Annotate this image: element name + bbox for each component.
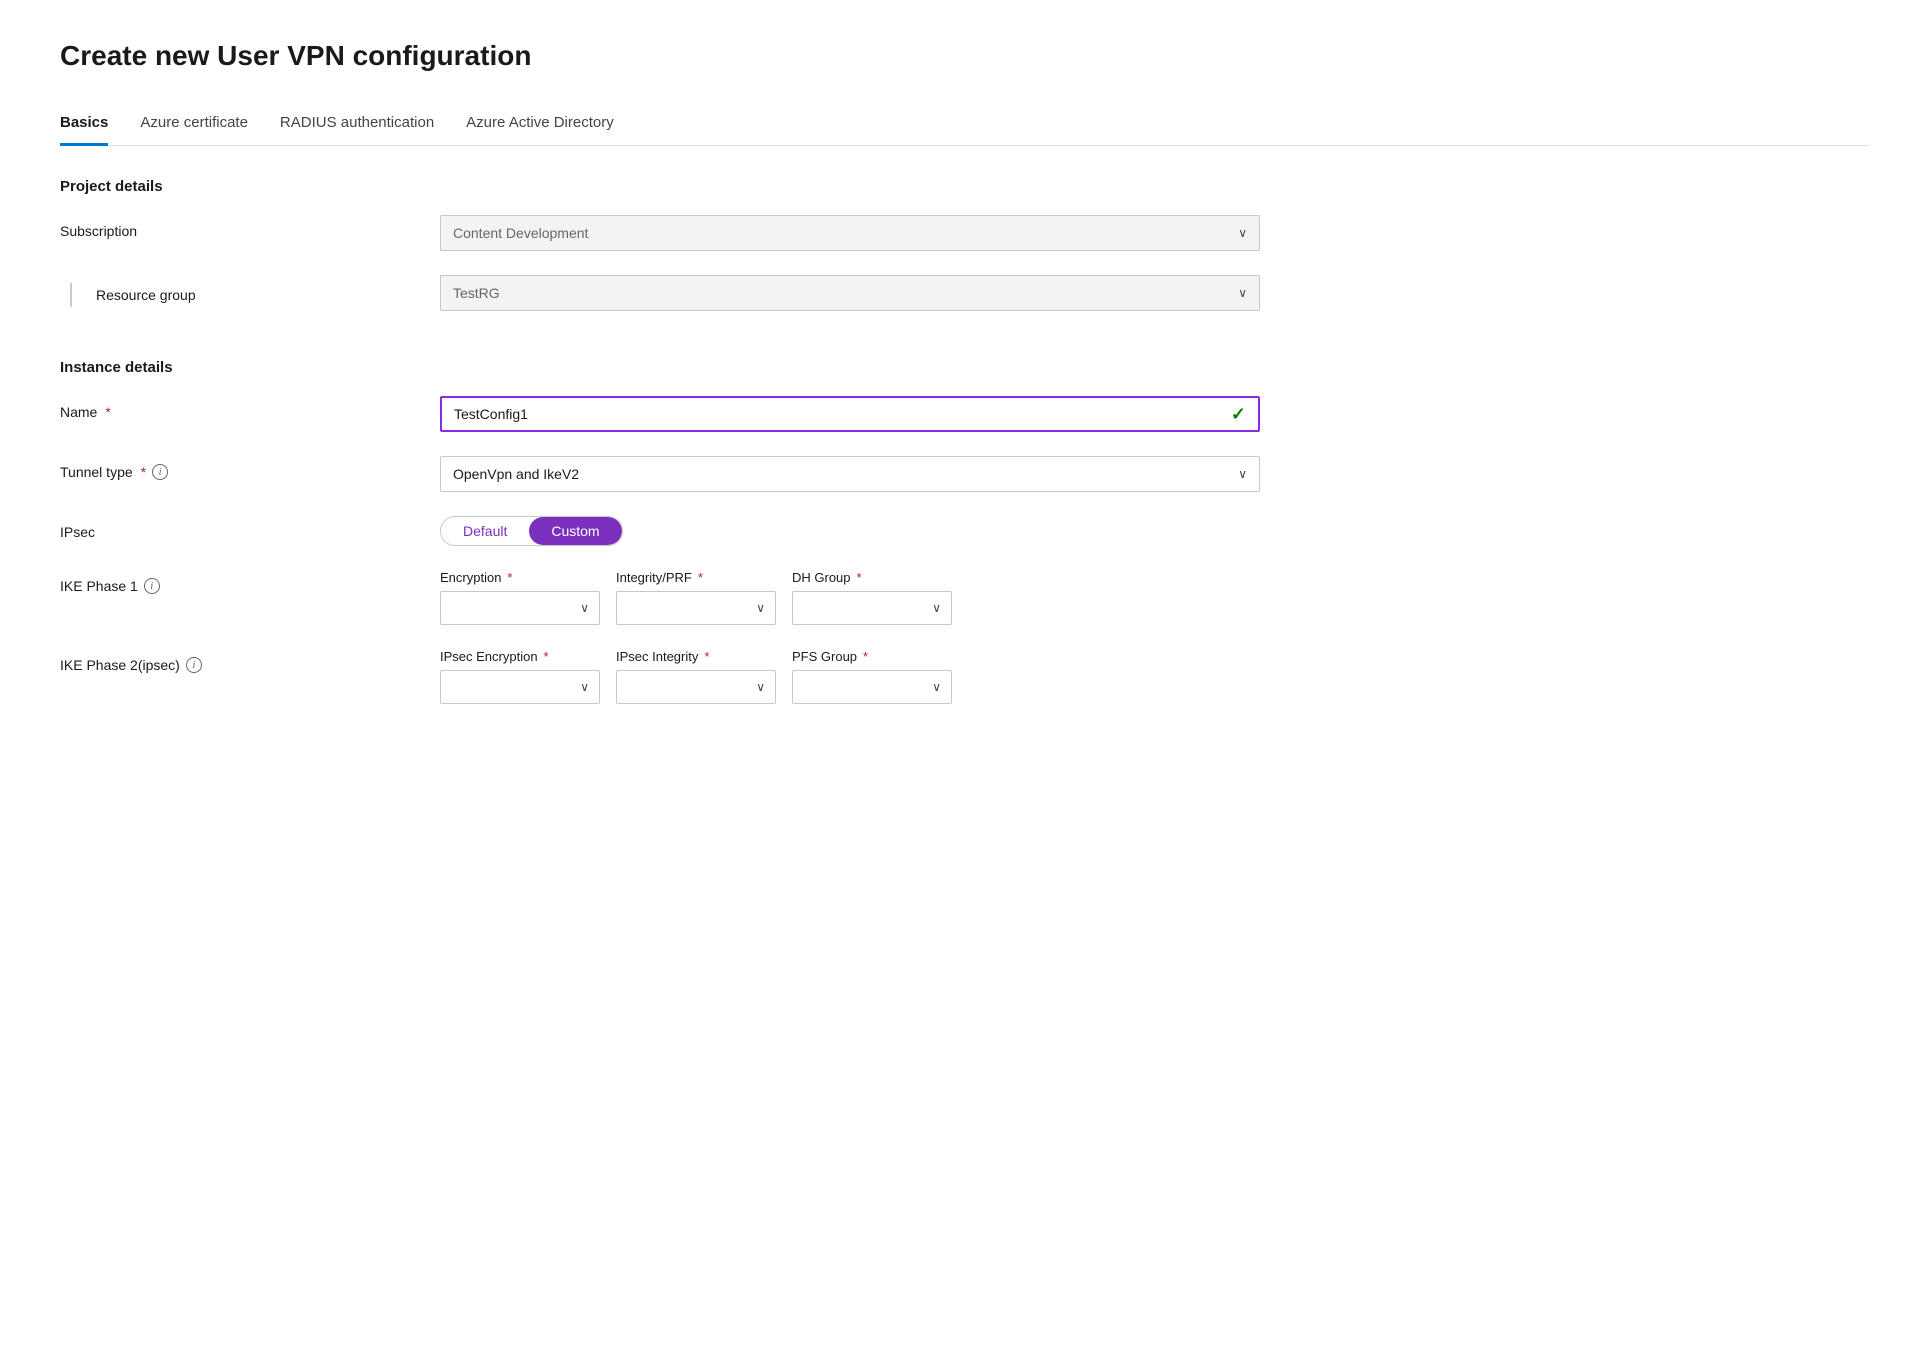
ipsec-control: Default Custom xyxy=(440,516,1260,546)
indent-line xyxy=(70,283,72,307)
page-title: Create new User VPN configuration xyxy=(60,40,1869,72)
ike-phase2-pfs-col: PFS Group * ∨ xyxy=(792,649,952,704)
ipsec-default-button[interactable]: Default xyxy=(441,517,529,545)
tunnel-type-info-icon[interactable]: i xyxy=(152,464,168,480)
tab-radius-authentication[interactable]: RADIUS authentication xyxy=(280,104,434,146)
ike-phase2-label: IKE Phase 2(ipsec) i xyxy=(60,649,440,673)
tunnel-type-row: Tunnel type * i OpenVpn and IkeV2 ∨ xyxy=(60,456,1869,492)
ike-phase2-ipsec-integrity-chevron-icon: ∨ xyxy=(756,680,765,694)
ike-phase2-pfs-dropdown[interactable]: ∨ xyxy=(792,670,952,704)
resource-group-value: TestRG xyxy=(453,285,500,301)
ike-phase2-ipsec-encryption-label: IPsec Encryption * xyxy=(440,649,600,664)
tab-basics[interactable]: Basics xyxy=(60,104,108,146)
ike-phase1-encryption-col: Encryption * ∨ xyxy=(440,570,600,625)
ipsec-encryption-required: * xyxy=(544,649,549,664)
ike-phase1-label: IKE Phase 1 i xyxy=(60,570,440,594)
ike-phase2-ipsec-integrity-col: IPsec Integrity * ∨ xyxy=(616,649,776,704)
subscription-control: Content Development ∨ xyxy=(440,215,1260,251)
ike-phase1-integrity-chevron-icon: ∨ xyxy=(756,601,765,615)
ipsec-toggle-group: Default Custom xyxy=(440,516,623,546)
tunnel-type-value: OpenVpn and IkeV2 xyxy=(453,466,579,482)
ike-phase1-row: IKE Phase 1 i Encryption * ∨ Integrity/P… xyxy=(60,570,1869,625)
ike-phase2-ipsec-encryption-col: IPsec Encryption * ∨ xyxy=(440,649,600,704)
subscription-row: Subscription Content Development ∨ xyxy=(60,215,1869,251)
subscription-chevron-icon: ∨ xyxy=(1238,226,1247,240)
tab-azure-active-directory[interactable]: Azure Active Directory xyxy=(466,104,614,146)
tunnel-type-label: Tunnel type * i xyxy=(60,456,440,480)
ike-phase2-row: IKE Phase 2(ipsec) i IPsec Encryption * … xyxy=(60,649,1869,704)
encryption-required: * xyxy=(507,570,512,585)
tunnel-type-required-marker: * xyxy=(141,464,146,480)
name-control: TestConfig1 ✓ xyxy=(440,396,1260,432)
name-value: TestConfig1 xyxy=(454,406,528,422)
ike-phase1-dh-chevron-icon: ∨ xyxy=(932,601,941,615)
project-details-heading: Project details xyxy=(60,178,1869,195)
ike-phase1-info-icon[interactable]: i xyxy=(144,578,160,594)
ike-phase2-ipsec-integrity-dropdown[interactable]: ∨ xyxy=(616,670,776,704)
integrity-required: * xyxy=(698,570,703,585)
ike-phase2-info-icon[interactable]: i xyxy=(186,657,202,673)
tab-azure-certificate[interactable]: Azure certificate xyxy=(140,104,248,146)
ike-phase1-dh-col: DH Group * ∨ xyxy=(792,570,952,625)
tab-bar: Basics Azure certificate RADIUS authenti… xyxy=(60,104,1869,146)
name-checkmark-icon: ✓ xyxy=(1231,404,1246,425)
ike-phase1-encryption-label: Encryption * xyxy=(440,570,600,585)
ike-phase1-integrity-col: Integrity/PRF * ∨ xyxy=(616,570,776,625)
ipsec-custom-button[interactable]: Custom xyxy=(529,517,621,545)
name-input[interactable]: TestConfig1 ✓ xyxy=(440,396,1260,432)
ike-phase1-integrity-dropdown[interactable]: ∨ xyxy=(616,591,776,625)
name-row: Name * TestConfig1 ✓ xyxy=(60,396,1869,432)
ike-phase2-ipsec-integrity-label: IPsec Integrity * xyxy=(616,649,776,664)
ike-phase1-encryption-chevron-icon: ∨ xyxy=(580,601,589,615)
ike-phase1-dh-dropdown[interactable]: ∨ xyxy=(792,591,952,625)
subscription-label: Subscription xyxy=(60,215,440,239)
pfs-required: * xyxy=(863,649,868,664)
instance-details-heading: Instance details xyxy=(60,359,1869,376)
ike-phase1-control: Encryption * ∨ Integrity/PRF * ∨ xyxy=(440,570,1260,625)
name-label: Name * xyxy=(60,396,440,420)
ike-phase2-pfs-chevron-icon: ∨ xyxy=(932,680,941,694)
ipsec-integrity-required: * xyxy=(704,649,709,664)
resource-group-dropdown[interactable]: TestRG ∨ xyxy=(440,275,1260,311)
tunnel-type-chevron-icon: ∨ xyxy=(1238,467,1247,481)
ike-phase1-encryption-dropdown[interactable]: ∨ xyxy=(440,591,600,625)
resource-group-chevron-icon: ∨ xyxy=(1238,286,1247,300)
ike-phase2-ipsec-encryption-dropdown[interactable]: ∨ xyxy=(440,670,600,704)
ike-phase1-dh-label: DH Group * xyxy=(792,570,952,585)
subscription-dropdown[interactable]: Content Development ∨ xyxy=(440,215,1260,251)
ike-phase1-grid: Encryption * ∨ Integrity/PRF * ∨ xyxy=(440,570,1260,625)
tunnel-type-dropdown[interactable]: OpenVpn and IkeV2 ∨ xyxy=(440,456,1260,492)
resource-group-row: Resource group TestRG ∨ xyxy=(60,275,1869,311)
resource-group-label: Resource group xyxy=(60,275,440,307)
ike-phase2-ipsec-encryption-chevron-icon: ∨ xyxy=(580,680,589,694)
ipsec-label: IPsec xyxy=(60,516,440,540)
resource-group-control: TestRG ∨ xyxy=(440,275,1260,311)
ike-phase2-control: IPsec Encryption * ∨ IPsec Integrity * ∨ xyxy=(440,649,1260,704)
dh-required: * xyxy=(857,570,862,585)
subscription-value: Content Development xyxy=(453,225,588,241)
ike-phase1-integrity-label: Integrity/PRF * xyxy=(616,570,776,585)
ipsec-row: IPsec Default Custom xyxy=(60,516,1869,546)
name-required-marker: * xyxy=(105,404,110,420)
tunnel-type-control: OpenVpn and IkeV2 ∨ xyxy=(440,456,1260,492)
ike-phase2-grid: IPsec Encryption * ∨ IPsec Integrity * ∨ xyxy=(440,649,1260,704)
ike-phase2-pfs-label: PFS Group * xyxy=(792,649,952,664)
